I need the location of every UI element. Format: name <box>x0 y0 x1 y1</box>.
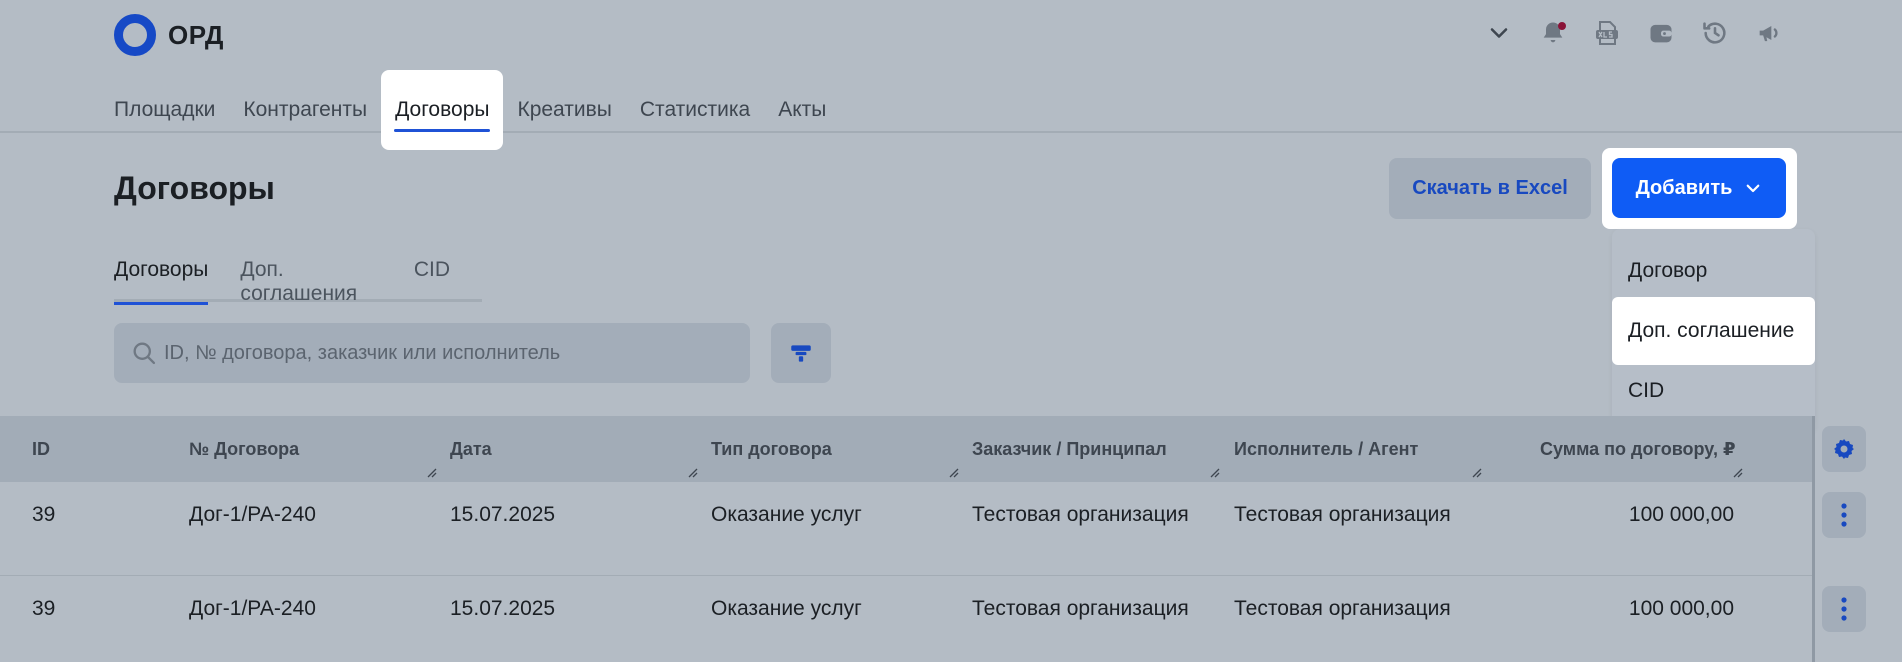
bell-icon[interactable] <box>1538 18 1568 48</box>
cell-amount: 100 000,00 <box>1628 597 1734 620</box>
main-nav: Площадки Контрагенты Договоры Креативы С… <box>100 70 840 150</box>
tab-cid[interactable]: CID <box>414 252 450 302</box>
filter-icon <box>791 345 811 362</box>
add-button-label: Добавить <box>1635 176 1733 199</box>
search-icon <box>133 342 156 365</box>
menu-item-contract[interactable]: Договор <box>1612 237 1815 305</box>
xls-icon[interactable] <box>1592 18 1622 48</box>
gear-icon <box>1834 439 1854 459</box>
more-vertical-icon <box>1841 503 1847 527</box>
cell-customer: Тестовая организация <box>972 597 1189 620</box>
sticky-column-divider <box>1812 416 1815 662</box>
table-row[interactable]: 39 Дог-1/РА-240 15.07.2025 Оказание услу… <box>0 576 1812 662</box>
add-button[interactable]: Добавить <box>1612 158 1786 218</box>
chevron-down-icon <box>1747 184 1760 193</box>
page-title: Договоры <box>114 170 275 206</box>
cell-contract-number: Дог-1/РА-240 <box>189 597 316 620</box>
column-header-contract-number[interactable]: № Договора <box>189 416 299 482</box>
column-resize-handle[interactable] <box>1733 468 1745 478</box>
cell-customer: Тестовая организация <box>972 503 1189 526</box>
column-resize-handle[interactable] <box>1210 468 1222 478</box>
menu-item-addendum[interactable]: Доп. соглашение <box>1612 297 1815 365</box>
cell-contract-type: Оказание услуг <box>711 503 862 526</box>
nav-item-platforms[interactable]: Площадки <box>100 70 229 150</box>
nav-item-creatives[interactable]: Креативы <box>503 70 625 150</box>
table-header: ID № Договора Дата Тип договора Заказчик… <box>0 416 1812 482</box>
top-header: ОРД Площадки Контрагенты Договоры Креати… <box>0 0 1902 150</box>
cell-contract-type: Оказание услуг <box>711 597 862 620</box>
add-dropdown-menu: Договор Доп. соглашение CID <box>1612 229 1815 432</box>
table-row[interactable]: 39 Дог-1/РА-240 15.07.2025 Оказание услу… <box>0 482 1812 576</box>
column-header-customer[interactable]: Заказчик / Принципал <box>972 416 1167 482</box>
nav-item-statistics[interactable]: Статистика <box>626 70 764 150</box>
column-resize-handle[interactable] <box>427 468 439 478</box>
cell-executor: Тестовая организация <box>1234 503 1451 526</box>
cell-date: 15.07.2025 <box>450 503 556 526</box>
column-header-amount[interactable]: Сумма по договору, ₽ <box>1540 416 1736 482</box>
row-actions-button[interactable] <box>1822 492 1866 538</box>
column-header-date[interactable]: Дата <box>450 416 492 482</box>
cell-amount: 100 000,00 <box>1628 503 1734 526</box>
cell-id: 39 <box>32 503 56 526</box>
column-header-contract-type[interactable]: Тип договора <box>711 416 832 482</box>
wallet-icon[interactable] <box>1646 18 1676 48</box>
nav-item-acts[interactable]: Акты <box>764 70 840 150</box>
nav-item-counterparties[interactable]: Контрагенты <box>229 70 381 150</box>
column-resize-handle[interactable] <box>949 468 961 478</box>
column-header-executor[interactable]: Исполнитель / Агент <box>1234 416 1418 482</box>
chevron-down-icon[interactable] <box>1484 18 1514 48</box>
column-resize-handle[interactable] <box>688 468 700 478</box>
row-actions-button[interactable] <box>1822 586 1866 632</box>
logo-icon <box>114 14 156 56</box>
tab-addendums[interactable]: Доп. соглашения <box>240 252 381 305</box>
nav-item-contracts[interactable]: Договоры <box>381 70 504 150</box>
download-excel-button[interactable]: Скачать в Excel <box>1389 158 1591 219</box>
cell-contract-number: Дог-1/РА-240 <box>189 503 316 526</box>
cell-id: 39 <box>32 597 56 620</box>
tab-contracts[interactable]: Договоры <box>114 252 209 305</box>
filter-button[interactable] <box>771 323 831 383</box>
search-box <box>114 323 750 383</box>
search-input[interactable] <box>164 341 724 365</box>
header-toolbar <box>1484 18 1808 48</box>
menu-item-cid[interactable]: CID <box>1612 357 1815 425</box>
add-button-highlight: Добавить <box>1602 148 1797 229</box>
cell-executor: Тестовая организация <box>1234 597 1451 620</box>
cell-date: 15.07.2025 <box>450 597 556 620</box>
history-icon[interactable] <box>1700 18 1730 48</box>
column-resize-handle[interactable] <box>1472 468 1484 478</box>
notification-dot <box>1558 22 1566 30</box>
logo[interactable]: ОРД <box>114 14 224 56</box>
sub-tabs: Договоры Доп. соглашения CID <box>114 252 482 305</box>
more-vertical-icon <box>1841 597 1847 621</box>
column-header-id[interactable]: ID <box>32 416 50 482</box>
logo-text: ОРД <box>168 19 224 50</box>
megaphone-icon[interactable] <box>1754 18 1784 48</box>
table-settings-button[interactable] <box>1822 426 1866 472</box>
